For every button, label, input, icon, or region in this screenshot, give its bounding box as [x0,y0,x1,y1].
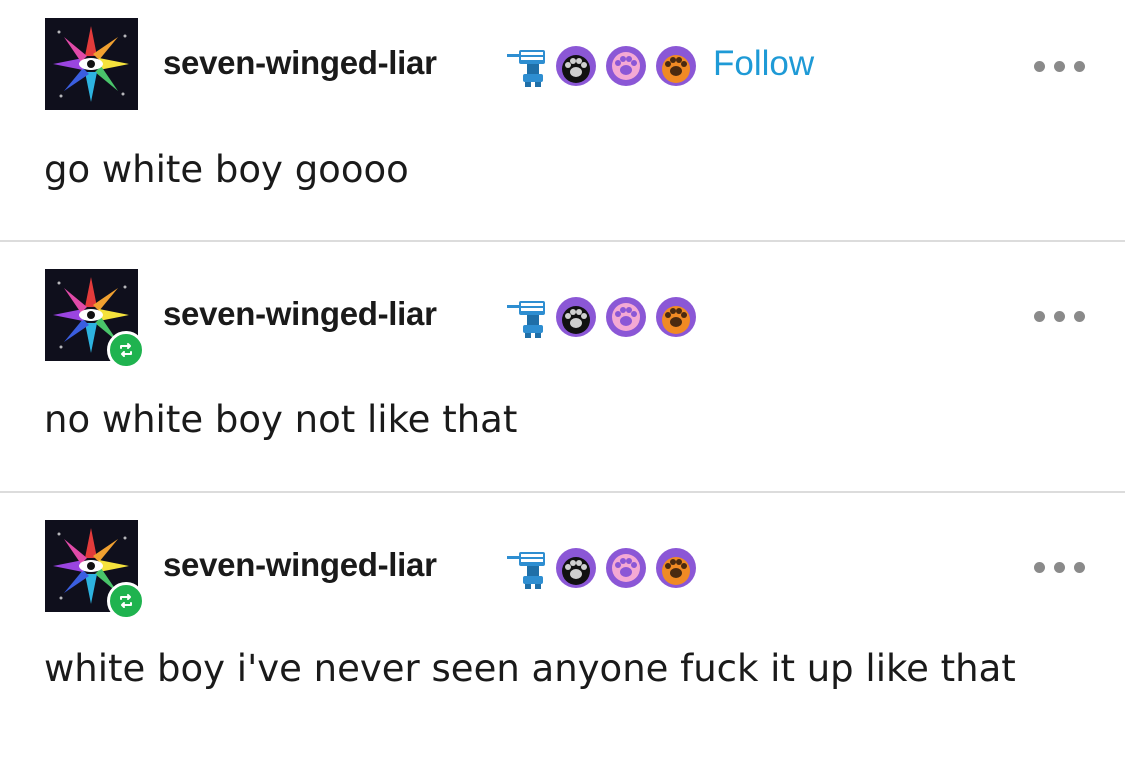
username-link[interactable]: seven-winged-liar [163,44,437,82]
post-body-text: white boy i've never seen anyone fuck it… [44,647,1016,690]
dark-paw-badge-icon[interactable] [555,295,597,339]
more-options-dot [1054,562,1065,573]
more-options-button[interactable] [1030,558,1090,578]
more-options-dot [1054,311,1065,322]
post-body-text: go white boy goooo [44,148,409,191]
more-options-icon [1034,61,1045,72]
pink-paw-badge-icon[interactable] [605,295,647,339]
reblog-badge [107,331,145,369]
orange-paw-badge-icon[interactable] [655,295,697,339]
blaster-badge-icon[interactable] [505,46,549,88]
reblog-icon [120,594,132,608]
avatar[interactable] [45,18,138,110]
post-reblog: seven-winged-liar [0,242,1125,491]
orange-paw-badge-icon[interactable] [655,44,697,88]
username-link[interactable]: seven-winged-liar [163,546,437,584]
follow-button[interactable]: Follow [713,44,814,84]
reblog-badge [107,582,145,620]
dark-paw-badge-icon[interactable] [555,44,597,88]
avatar-starburst-icon [45,18,138,110]
username-link[interactable]: seven-winged-liar [163,295,437,333]
pink-paw-badge-icon[interactable] [605,546,647,590]
more-options-icon [1034,562,1045,573]
blaster-badge-icon[interactable] [505,297,549,339]
reblog-icon [120,343,132,357]
pink-paw-badge-icon[interactable] [605,44,647,88]
badge-row [505,546,705,592]
more-options-button[interactable] [1030,57,1090,77]
avatar[interactable] [45,520,145,620]
avatar[interactable] [45,269,145,369]
more-options-dot [1054,61,1065,72]
post-original: seven-winged-liar Follow go white boy go… [0,0,1125,240]
badge-row [505,44,705,90]
dark-paw-badge-icon[interactable] [555,546,597,590]
more-options-icon [1034,311,1045,322]
post-body-text: no white boy not like that [44,398,518,441]
more-options-dot [1074,311,1085,322]
blaster-badge-icon[interactable] [505,548,549,590]
badge-row [505,295,705,341]
more-options-button[interactable] [1030,307,1090,327]
more-options-dot [1074,562,1085,573]
orange-paw-badge-icon[interactable] [655,546,697,590]
post-reblog: seven-winged-liar [0,493,1125,780]
more-options-dot [1074,61,1085,72]
